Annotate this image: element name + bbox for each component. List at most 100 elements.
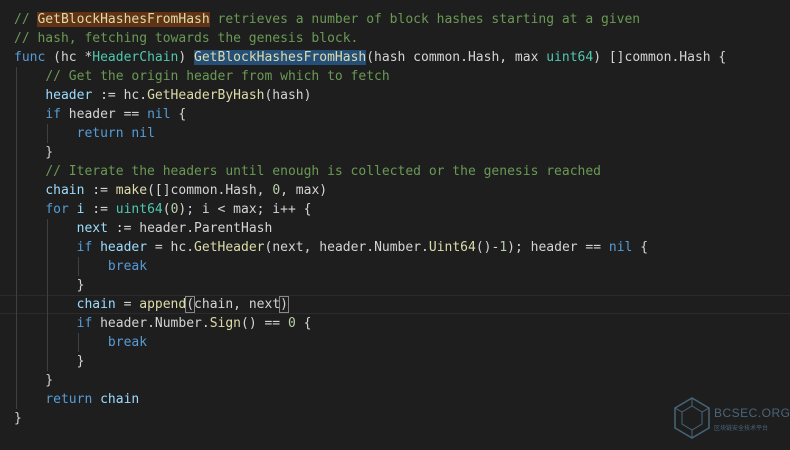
code-token: Sign [209, 316, 241, 331]
code-editor[interactable]: // GetBlockHashesFromHash retrieves a nu… [0, 0, 790, 450]
code-token: { [295, 316, 312, 331]
code-token: uint64 [115, 202, 163, 217]
code-token: (next, header.Number. [264, 240, 429, 255]
code-token: { [632, 240, 649, 255]
code-line[interactable]: func (hc *HeaderChain) GetBlockHashesFro… [0, 48, 790, 67]
code-token: () == [241, 316, 288, 331]
code-line[interactable]: } [0, 371, 790, 390]
code-line-text: // GetBlockHashesFromHash retrieves a nu… [14, 10, 640, 29]
code-token: uint64 [546, 50, 594, 65]
code-line[interactable]: // Iterate the headers until enough is c… [0, 162, 790, 181]
code-line[interactable]: chain = append(chain, next) [0, 295, 790, 314]
code-line[interactable]: } [0, 352, 790, 371]
code-token: break [107, 335, 148, 350]
bcsec-watermark: BCSEC.ORG 区块链安全技术平台 [672, 396, 790, 440]
code-token: // [14, 12, 38, 27]
code-line[interactable]: } [0, 276, 790, 295]
code-token: ); header == [507, 240, 609, 255]
code-token: } [14, 354, 85, 369]
code-token: if [76, 316, 93, 331]
code-line[interactable]: if header == nil { [0, 105, 790, 124]
code-line[interactable]: if header = hc.GetHeader(next, header.Nu… [0, 238, 790, 257]
code-token: ([]common.Hash, [147, 183, 273, 198]
code-token: 1 [499, 240, 508, 255]
code-line-text: return nil [14, 124, 155, 143]
code-token: ) [279, 296, 289, 313]
code-line[interactable]: break [0, 333, 790, 352]
code-line[interactable]: next := header.ParentHash [0, 219, 790, 238]
code-token: header [45, 88, 93, 103]
code-token: // hash, fetching towards the genesis bl… [14, 31, 359, 46]
code-token: nil [147, 107, 171, 122]
code-line-text: // Get the origin header from which to f… [14, 67, 389, 86]
code-token: { [170, 107, 187, 122]
code-token: ( [162, 202, 171, 217]
code-token: GetHeader [194, 240, 265, 255]
code-line-text: // Iterate the headers until enough is c… [14, 162, 601, 181]
symbol-definition-highlight: GetBlockHashesFromHash [194, 50, 367, 65]
code-token: if [45, 107, 61, 122]
code-token: ) [178, 50, 195, 65]
code-token: // Iterate the headers until enough is c… [45, 164, 602, 179]
watermark-subtitle: 区块链安全技术平台 [714, 426, 769, 432]
code-line-text: // hash, fetching towards the genesis bl… [14, 29, 358, 48]
code-token: HeaderChain [92, 50, 179, 65]
code-token: ( [185, 296, 196, 313]
code-token: ) []common.Hash { [593, 50, 727, 65]
code-line-text: if header == nil { [14, 105, 186, 124]
code-token: nil [131, 126, 155, 141]
code-line[interactable]: for i := uint64(0); i < max; i++ { [0, 200, 790, 219]
code-token: } [14, 145, 54, 160]
code-token: = [115, 297, 140, 312]
code-token: := [84, 202, 116, 217]
code-line[interactable]: return nil [0, 124, 790, 143]
code-line-text: } [14, 276, 85, 295]
code-line[interactable]: break [0, 257, 790, 276]
code-token: (hash common.Hash, max [366, 50, 547, 65]
code-line[interactable]: if header.Number.Sign() == 0 { [0, 314, 790, 333]
code-line[interactable]: } [0, 143, 790, 162]
code-token: break [107, 259, 148, 274]
code-token: next [76, 221, 108, 236]
code-line[interactable]: header := hc.GetHeaderByHash(hash) [0, 86, 790, 105]
code-line-text: header := hc.GetHeaderByHash(hash) [14, 86, 311, 105]
code-token: 0 [272, 183, 281, 198]
hexagon-logo-icon [674, 397, 710, 439]
code-line-text: } [14, 143, 53, 162]
symbol-reference-highlight: GetBlockHashesFromHash [37, 12, 210, 27]
code-token: chain, next [194, 297, 281, 312]
code-line[interactable]: // Get the origin header from which to f… [0, 67, 790, 86]
code-token: , max) [280, 183, 328, 198]
code-token: chain [45, 183, 85, 198]
code-token: := hc. [92, 88, 148, 103]
code-line-text: next := header.ParentHash [14, 219, 273, 238]
code-token: header [100, 240, 148, 255]
code-token: 0 [287, 316, 296, 331]
code-line[interactable]: // hash, fetching towards the genesis bl… [0, 29, 790, 48]
code-line-text: return chain [14, 390, 139, 409]
code-token: Uint64 [428, 240, 476, 255]
code-line-text: } [14, 371, 53, 390]
code-token: (hash) [264, 88, 312, 103]
code-token: header == [60, 107, 148, 122]
code-token: ()- [475, 240, 500, 255]
code-token: chain [100, 392, 140, 407]
code-line[interactable]: chain := make([]common.Hash, 0, max) [0, 181, 790, 200]
code-token: ); i < max; i++ { [178, 202, 312, 217]
code-line-text: } [14, 352, 85, 371]
code-line[interactable]: // GetBlockHashesFromHash retrieves a nu… [0, 10, 790, 29]
